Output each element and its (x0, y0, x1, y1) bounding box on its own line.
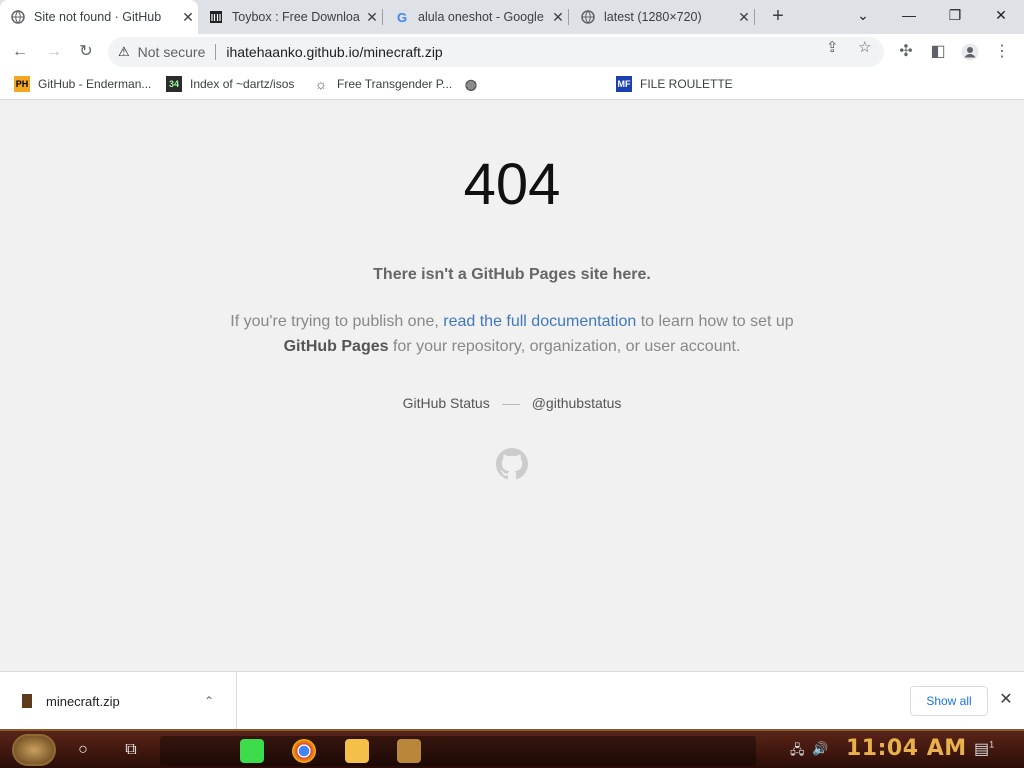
back-button[interactable]: ← (6, 38, 34, 66)
extensions-icon[interactable]: ✣ (892, 38, 920, 66)
bookmark-item[interactable]: ☼ Free Transgender P... (313, 76, 453, 92)
tab-site-not-found[interactable]: Site not found · GitHub ✕ (0, 0, 198, 34)
description-text: for your repository, organization, or us… (388, 338, 741, 355)
volume-icon[interactable]: 🔊 (812, 741, 828, 757)
archive-icon (208, 9, 224, 25)
share-icon[interactable]: ⇪ (826, 38, 839, 56)
menu-icon[interactable]: ⋮ (988, 38, 1016, 66)
close-shelf-icon[interactable]: ✕ (996, 688, 1016, 712)
bookmark-favicon-icon: ☼ (314, 76, 328, 92)
tab-title: Toybox : Free Downloa (232, 10, 360, 24)
close-window-button[interactable]: ✕ (978, 0, 1024, 30)
tab-close-icon[interactable]: ✕ (362, 9, 382, 26)
minimize-button[interactable]: — (886, 0, 932, 30)
globe-icon (10, 9, 26, 25)
clock[interactable]: 11:04 AM (846, 736, 967, 761)
notification-count: 1 (989, 739, 995, 750)
page-footer: GitHub Status @githubstatus (0, 395, 1024, 411)
tab-title: Site not found · GitHub (34, 10, 162, 24)
downloads-shelf: minecraft.zip ⌃ Show all ✕ (0, 671, 1024, 730)
description-text: If you're trying to publish one, (230, 313, 444, 330)
error-description: If you're trying to publish one, read th… (212, 309, 812, 359)
tab-close-icon[interactable]: ✕ (178, 9, 198, 26)
bookmarks-bar: PH GitHub - Enderman... 34 Index of ~dar… (0, 70, 1024, 100)
error-headline: There isn't a GitHub Pages site here. (373, 266, 651, 283)
githubstatus-link[interactable]: @githubstatus (532, 395, 622, 411)
bookmark-favicon-icon: MF (616, 76, 632, 92)
github-logo-icon[interactable] (496, 448, 528, 485)
bookmark-item[interactable]: ◍ (463, 76, 487, 92)
footer-divider (501, 403, 520, 405)
url-text[interactable]: ihatehaanko.github.io/minecraft.zip (226, 44, 442, 60)
toybox-app-icon[interactable] (397, 739, 421, 763)
browser-toolbar: ← → ↻ ⚠ Not secure ihatehaanko.github.io… (0, 34, 1024, 70)
cortana-search-icon[interactable]: ○ (70, 737, 96, 763)
bookmark-favicon-icon: ◍ (464, 75, 478, 92)
chrome-icon[interactable] (292, 739, 316, 763)
bookmark-label: FILE ROULETTE (640, 77, 733, 91)
bookmark-item[interactable]: MF FILE ROULETTE (616, 76, 733, 92)
bookmark-item[interactable]: 34 Index of ~dartz/isos (166, 76, 294, 92)
github-pages-text: GitHub Pages (283, 338, 389, 355)
tab-google-search[interactable]: G alula oneshot - Google ✕ (384, 0, 568, 34)
download-filename: minecraft.zip (46, 693, 120, 709)
omnibox-separator (215, 44, 217, 60)
zip-file-icon (22, 694, 32, 708)
reload-button[interactable]: ↻ (72, 38, 100, 66)
tab-latest[interactable]: latest (1280×720) ✕ (570, 0, 754, 34)
side-panel-icon[interactable]: ◧ (924, 38, 952, 66)
warning-icon[interactable]: ⚠ (118, 44, 130, 60)
tab-separator (754, 9, 755, 25)
tab-separator (382, 9, 383, 25)
address-bar[interactable]: ⚠ Not secure ihatehaanko.github.io/minec… (108, 37, 884, 67)
show-all-button[interactable]: Show all (910, 686, 988, 716)
page-content: 404 There isn't a GitHub Pages site here… (0, 101, 1024, 671)
tab-close-icon[interactable]: ✕ (734, 9, 754, 26)
new-tab-button[interactable]: + (766, 5, 790, 29)
tab-title: latest (1280×720) (604, 10, 702, 24)
notification-center-icon[interactable]: ▤1 (974, 739, 994, 759)
github-status-link[interactable]: GitHub Status (403, 395, 490, 411)
download-item[interactable]: minecraft.zip ⌃ (0, 672, 237, 730)
bookmark-label: Index of ~dartz/isos (190, 77, 295, 91)
tab-close-icon[interactable]: ✕ (548, 9, 568, 26)
notes-app-icon[interactable] (240, 739, 264, 763)
bookmark-label: GitHub - Enderman... (38, 77, 152, 91)
tab-separator (568, 9, 569, 25)
bookmark-favicon-icon: 34 (166, 76, 182, 92)
error-code: 404 (463, 152, 561, 217)
globe-icon (580, 9, 596, 25)
network-icon[interactable]: 🖧 (790, 741, 805, 763)
task-view-icon[interactable]: ⧉ (118, 737, 144, 763)
security-label[interactable]: Not secure (138, 44, 206, 60)
documentation-link[interactable]: read the full documentation (443, 313, 636, 330)
profile-avatar[interactable] (956, 38, 984, 66)
tab-toybox[interactable]: Toybox : Free Downloa ✕ (198, 0, 382, 34)
bookmark-label: Free Transgender P... (337, 77, 453, 91)
taskbar: ○ ⧉ 🖧 🔊 11:04 AM ▤1 (0, 729, 1024, 768)
file-explorer-icon[interactable] (345, 739, 369, 763)
chevron-up-icon[interactable]: ⌃ (204, 694, 214, 708)
bookmark-favicon-icon: PH (14, 76, 30, 92)
tab-search-button[interactable]: ⌄ (840, 0, 886, 30)
google-icon: G (396, 9, 408, 25)
bookmark-star-icon[interactable]: ☆ (858, 38, 871, 56)
forward-button[interactable]: → (40, 38, 68, 66)
start-button[interactable] (12, 734, 56, 766)
restore-button[interactable]: ❐ (932, 0, 978, 30)
tab-title: alula oneshot - Google (418, 10, 544, 24)
bookmark-item[interactable]: PH GitHub - Enderman... (14, 76, 151, 92)
tab-strip: Site not found · GitHub ✕ Toybox : Free … (0, 0, 1024, 34)
description-text: to learn how to set up (636, 313, 794, 330)
